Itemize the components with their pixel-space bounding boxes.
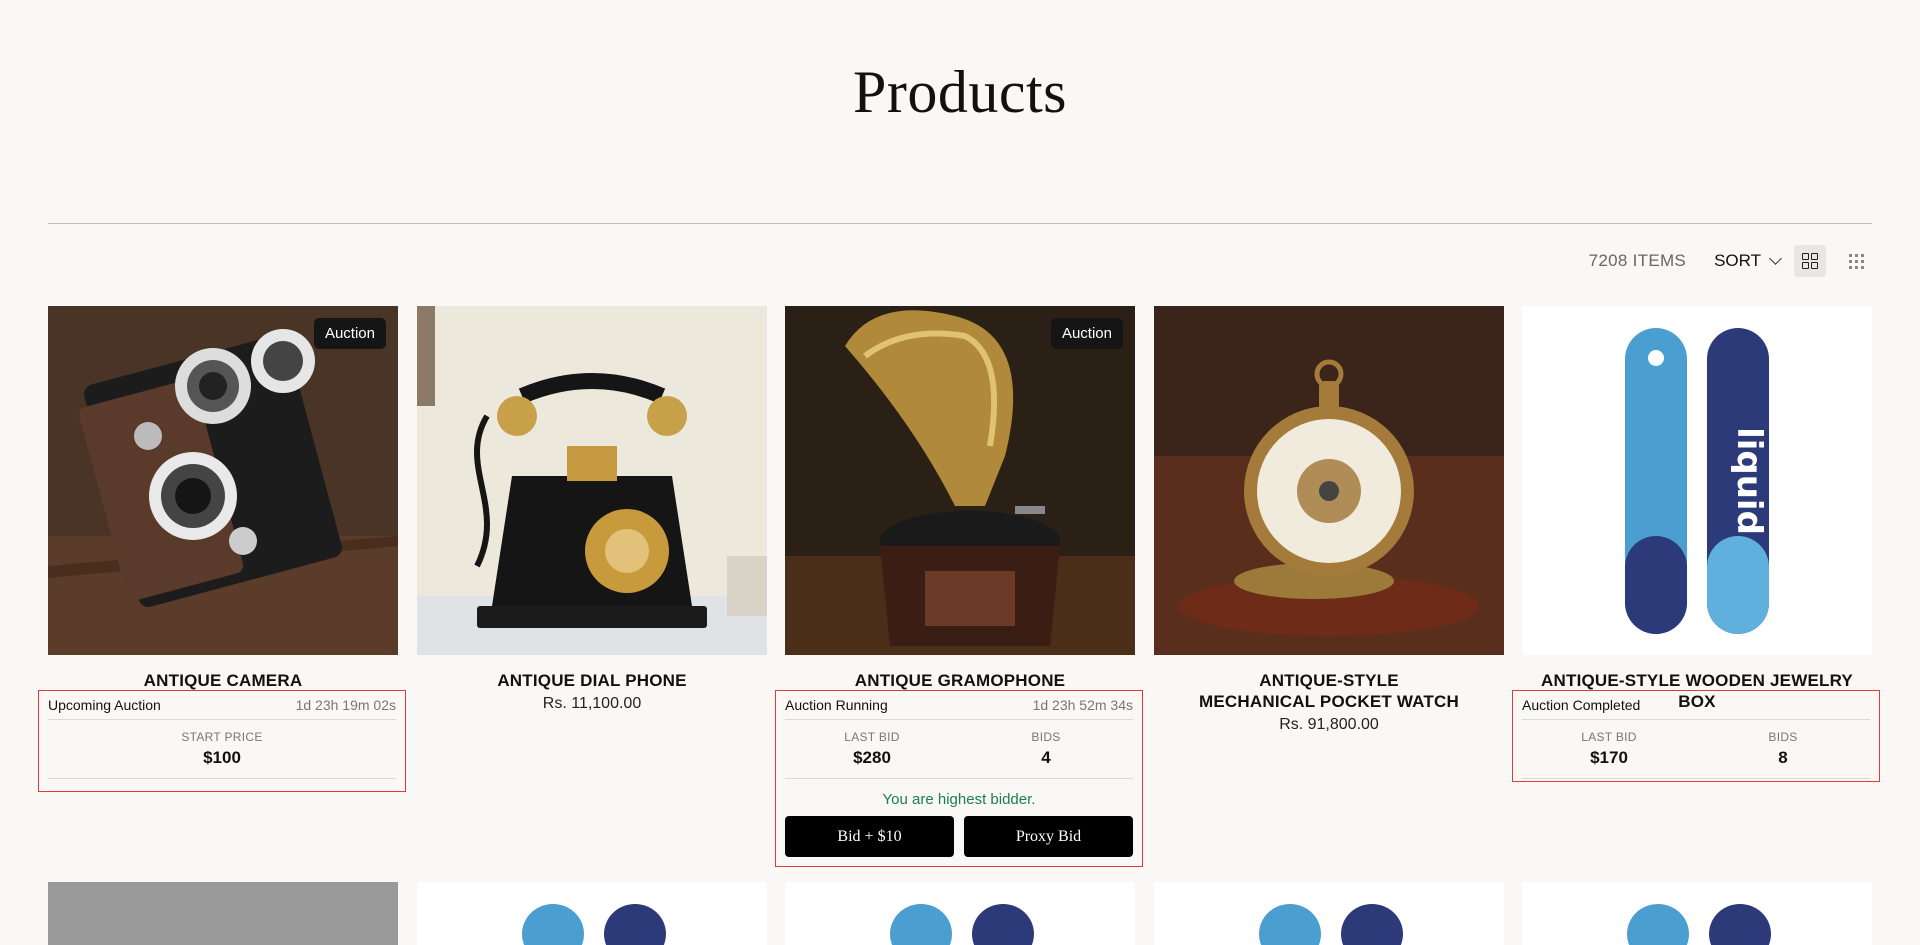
bids-stat: BIDS 8 xyxy=(1696,730,1870,768)
page-title: Products xyxy=(853,59,1067,125)
auction-status: Auction Running xyxy=(785,697,888,713)
chevron-down-icon xyxy=(1769,252,1782,265)
auction-panel: Auction Completed LAST BID $170 BIDS 8 xyxy=(1512,690,1880,782)
product-card[interactable]: Auction ANTIQUE GRAMOPHONE Auction Runni… xyxy=(775,306,1143,867)
auction-panel: Auction Running 1d 23h 52m 34s LAST BID … xyxy=(775,690,1143,867)
product-image[interactable] xyxy=(1154,882,1504,945)
bids-stat: BIDS 4 xyxy=(959,730,1133,768)
product-image[interactable] xyxy=(48,882,398,945)
toolbar: 7208 ITEMS SORT xyxy=(1589,243,1872,279)
product-image[interactable]: Auction xyxy=(785,306,1135,655)
product-image[interactable] xyxy=(417,306,767,655)
stat-label: START PRICE xyxy=(181,730,263,744)
product-name[interactable]: ANTIQUE DIAL PHONE xyxy=(417,670,767,691)
start-price-stat: START PRICE $100 xyxy=(48,730,396,768)
product-price: Rs. 11,100.00 xyxy=(542,695,642,712)
stat-value: $170 xyxy=(1590,748,1628,767)
product-image[interactable] xyxy=(785,882,1135,945)
grid-large-icon xyxy=(1802,253,1818,269)
divider xyxy=(48,223,1872,224)
auction-status: Auction Completed xyxy=(1522,697,1641,713)
stat-value: 8 xyxy=(1778,748,1788,767)
sort-dropdown[interactable]: SORT xyxy=(1714,251,1782,271)
auction-timer: 1d 23h 19m 02s xyxy=(295,697,396,713)
svg-text:liquid: liquid xyxy=(1729,427,1769,535)
auction-status: Upcoming Auction xyxy=(48,697,161,713)
stat-label: LAST BID xyxy=(844,730,900,744)
product-card[interactable]: liquid ANTIQUE-STYLE WOODEN JEWELRY BOX … xyxy=(1512,306,1880,782)
stat-value: $100 xyxy=(203,748,241,767)
last-bid-stat: LAST BID $170 xyxy=(1522,730,1696,768)
product-card[interactable]: ANTIQUE-STYLE MECHANICAL POCKET WATCH Rs… xyxy=(1154,306,1504,734)
product-image[interactable] xyxy=(1522,882,1872,945)
auction-timer: 1d 23h 52m 34s xyxy=(1032,697,1133,713)
product-image[interactable]: Auction xyxy=(48,306,398,655)
auction-badge: Auction xyxy=(1050,318,1123,349)
product-price: Rs. 91,800.00 xyxy=(1279,716,1379,733)
product-name-line: ANTIQUE-STYLE xyxy=(1259,671,1399,690)
stat-value: $280 xyxy=(853,748,891,767)
product-image[interactable]: liquid xyxy=(1522,306,1872,655)
product-name-line: MECHANICAL POCKET WATCH xyxy=(1199,692,1459,711)
auction-panel: Upcoming Auction 1d 23h 19m 02s START PR… xyxy=(38,690,406,792)
bid-button[interactable]: Bid + $10 xyxy=(785,816,954,857)
last-bid-stat: LAST BID $280 xyxy=(785,730,959,768)
product-image[interactable] xyxy=(417,882,767,945)
product-card[interactable]: ANTIQUE DIAL PHONE Rs. 11,100.00 xyxy=(417,306,767,713)
product-name[interactable]: ANTIQUE CAMERA xyxy=(48,670,398,691)
product-name[interactable]: ANTIQUE-STYLE MECHANICAL POCKET WATCH xyxy=(1154,670,1504,712)
grid-small-view-button[interactable] xyxy=(1840,245,1872,277)
stat-value: 4 xyxy=(1041,748,1051,767)
grid-large-view-button[interactable] xyxy=(1794,245,1826,277)
stat-label: BIDS xyxy=(1768,730,1798,744)
stat-label: BIDS xyxy=(1031,730,1061,744)
stat-label: LAST BID xyxy=(1581,730,1637,744)
product-name[interactable]: ANTIQUE GRAMOPHONE xyxy=(785,670,1135,691)
item-count: 7208 ITEMS xyxy=(1588,251,1687,270)
highest-bidder-message: You are highest bidder. xyxy=(882,791,1036,808)
proxy-bid-button[interactable]: Proxy Bid xyxy=(964,816,1133,857)
grid-small-icon xyxy=(1848,253,1864,269)
product-image[interactable] xyxy=(1154,306,1504,655)
sort-label: SORT xyxy=(1714,251,1761,270)
product-card[interactable]: Auction ANTIQUE CAMERA Upcoming Auction … xyxy=(38,306,406,792)
auction-badge: Auction xyxy=(313,318,386,349)
